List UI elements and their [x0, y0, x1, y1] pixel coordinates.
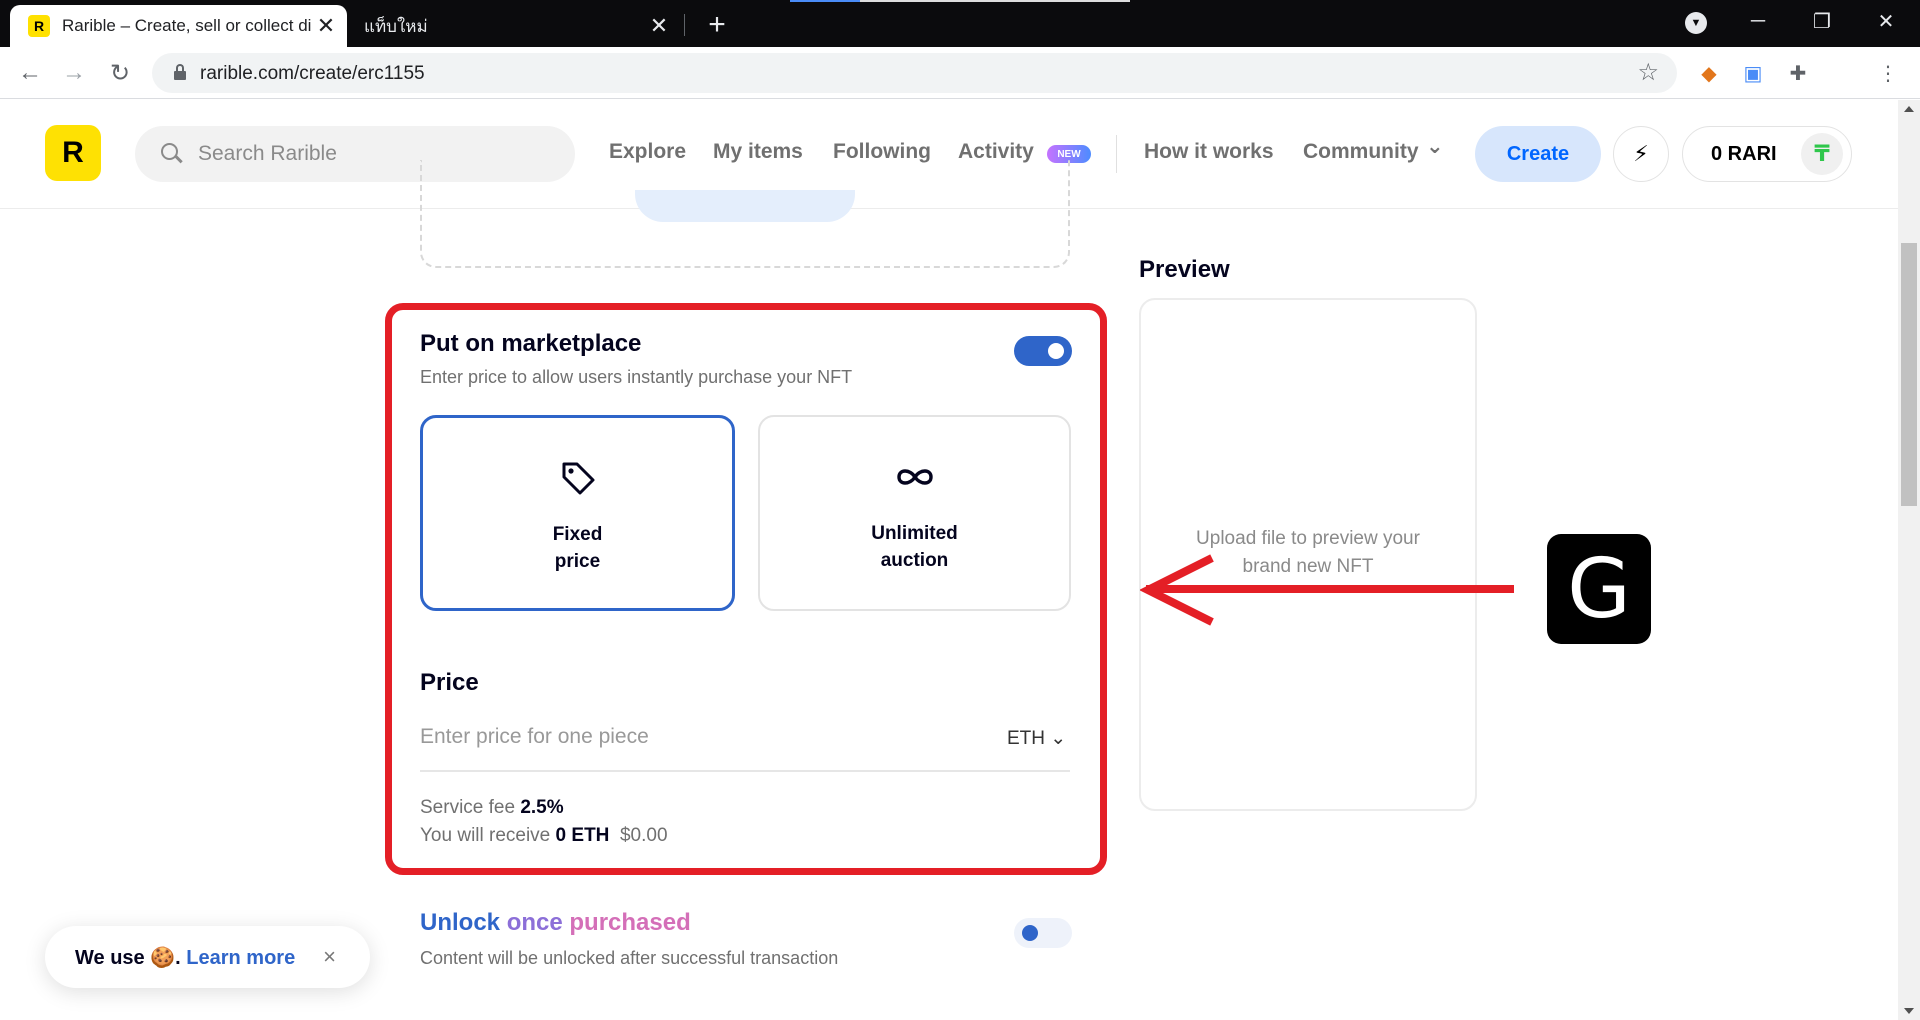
- cookie-banner: We use 🍪. Learn more ×: [45, 926, 370, 988]
- unlock-subtitle: Content will be unlocked after successfu…: [420, 948, 839, 968]
- nav-how-it-works[interactable]: How it works: [1144, 140, 1274, 164]
- tab-rarible[interactable]: R Rarible – Create, sell or collect di ✕: [10, 5, 347, 47]
- scroll-up-arrow-icon[interactable]: [1904, 106, 1914, 112]
- lock-icon: [174, 64, 186, 80]
- cookie-icon: 🍪: [150, 947, 176, 969]
- tab-separator: [684, 14, 685, 36]
- new-tab-button[interactable]: +: [700, 8, 734, 42]
- unlock-title: Unlock once purchased: [420, 909, 691, 936]
- forward-arrow-icon[interactable]: →: [58, 57, 90, 89]
- scrollbar-thumb[interactable]: [1901, 243, 1917, 506]
- address-bar[interactable]: rarible.com/create/erc1155 ☆: [152, 53, 1677, 93]
- back-arrow-icon[interactable]: ←: [14, 57, 46, 89]
- minimize-button[interactable]: ─: [1728, 0, 1788, 42]
- choose-file-button[interactable]: [635, 190, 855, 222]
- browser-menu-icon[interactable]: ⋮: [1875, 60, 1901, 86]
- tab-close-icon[interactable]: ✕: [313, 13, 339, 39]
- learn-more-link[interactable]: Learn more: [186, 947, 295, 969]
- rari-balance: 0 RARI: [1711, 143, 1777, 165]
- search-placeholder: Search Rarible: [198, 142, 337, 165]
- scroll-down-arrow-icon[interactable]: [1904, 1008, 1914, 1014]
- tab-title: แท็บใหม่: [364, 16, 428, 36]
- chrome-profile-menu-icon[interactable]: ▼: [1685, 12, 1707, 34]
- unlock-toggle[interactable]: [1014, 918, 1072, 948]
- tab-new-tab[interactable]: แท็บใหม่ ✕: [350, 5, 680, 47]
- restore-button[interactable]: ❐: [1792, 0, 1852, 42]
- header-divider: [1116, 135, 1117, 173]
- chevron-down-icon[interactable]: ⌄: [1426, 134, 1444, 159]
- translate-extension-icon[interactable]: ▣: [1740, 60, 1766, 86]
- rarible-favicon: R: [28, 15, 50, 37]
- annotation-arrow-head-icon: [1140, 554, 1214, 626]
- rarible-logo[interactable]: R: [45, 125, 101, 181]
- reload-icon[interactable]: ↻: [104, 57, 136, 89]
- extensions-puzzle-icon[interactable]: ✚: [1785, 60, 1811, 86]
- nav-community[interactable]: Community: [1303, 140, 1419, 164]
- page-scrollbar[interactable]: [1898, 100, 1920, 1020]
- tab-close-icon[interactable]: ✕: [646, 13, 672, 39]
- metamask-extension-icon[interactable]: ◆: [1696, 60, 1722, 86]
- window-close-button[interactable]: ✕: [1856, 0, 1916, 42]
- create-button[interactable]: Create: [1475, 126, 1601, 182]
- browser-tab-strip: R Rarible – Create, sell or collect di ✕…: [0, 0, 1920, 47]
- url-text[interactable]: rarible.com/create/erc1155: [200, 63, 425, 85]
- tab-title: Rarible – Create, sell or collect di: [62, 16, 312, 35]
- search-icon: [161, 143, 183, 165]
- preview-title: Preview: [1139, 256, 1230, 283]
- highlight-box: [385, 303, 1107, 875]
- cookie-close-icon[interactable]: ×: [323, 944, 336, 970]
- bookmark-star-icon[interactable]: ☆: [1637, 58, 1659, 87]
- loading-strip: [790, 0, 1130, 2]
- lightning-bolt-icon[interactable]: ⚡: [1613, 126, 1669, 182]
- cookie-text: We use 🍪. Learn more: [75, 947, 296, 969]
- wallet-balance-button[interactable]: 0 RARI ₸: [1682, 126, 1852, 182]
- step-badge: G: [1547, 534, 1651, 644]
- browser-toolbar: ← → ↻ rarible.com/create/erc1155 ☆: [0, 47, 1920, 99]
- avatar[interactable]: ₸: [1801, 133, 1843, 175]
